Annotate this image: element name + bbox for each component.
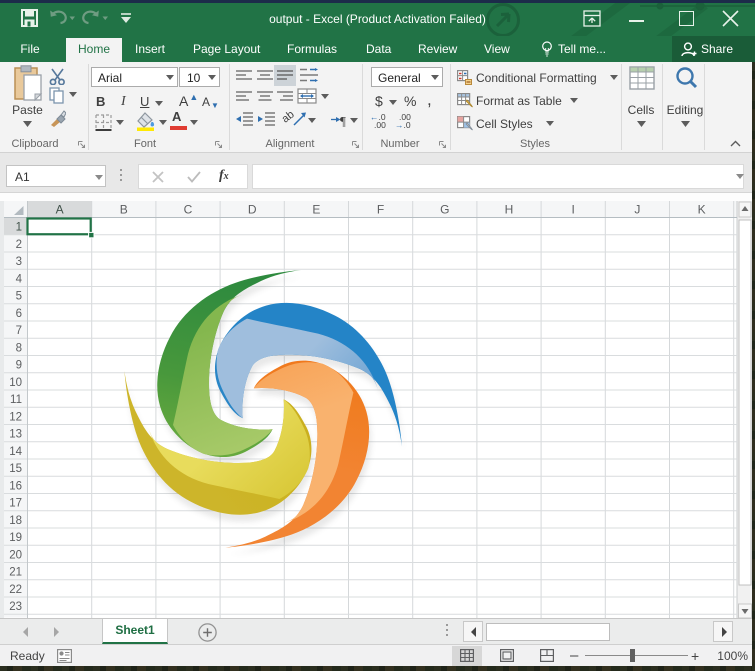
svg-text:9: 9: [16, 360, 22, 372]
svg-text:8: 8: [16, 342, 22, 354]
svg-text:H: H: [505, 203, 514, 217]
svg-text:16: 16: [9, 480, 22, 492]
svg-text:13: 13: [9, 429, 22, 441]
svg-text:6: 6: [16, 308, 22, 320]
svg-text:2: 2: [16, 239, 22, 251]
svg-text:E: E: [312, 203, 320, 217]
svg-text:20: 20: [9, 549, 22, 561]
svg-text:5: 5: [16, 291, 22, 303]
svg-text:I: I: [572, 203, 575, 217]
svg-text:J: J: [634, 203, 640, 217]
svg-text:10: 10: [9, 377, 22, 389]
svg-text:3: 3: [16, 256, 22, 268]
svg-text:B: B: [120, 203, 128, 217]
svg-text:19: 19: [9, 532, 22, 544]
svg-text:¶: ¶: [340, 114, 346, 129]
svg-text:18: 18: [9, 515, 22, 527]
svg-text:11: 11: [10, 394, 22, 406]
svg-text:1: 1: [16, 222, 22, 234]
svg-text:21: 21: [9, 567, 22, 579]
svg-text:K: K: [698, 203, 706, 217]
svg-text:C: C: [184, 203, 193, 217]
svg-text:17: 17: [9, 498, 22, 510]
svg-text:F: F: [377, 203, 384, 217]
svg-text:A: A: [56, 203, 64, 217]
svg-text:G: G: [440, 203, 449, 217]
svg-text:14: 14: [9, 446, 22, 458]
svg-text:22: 22: [9, 584, 22, 596]
svg-text:23: 23: [9, 601, 22, 613]
svg-text:D: D: [248, 203, 257, 217]
svg-text:4: 4: [16, 273, 23, 285]
svg-text:12: 12: [9, 411, 22, 423]
svg-text:7: 7: [16, 325, 22, 337]
svg-text:15: 15: [9, 463, 22, 475]
